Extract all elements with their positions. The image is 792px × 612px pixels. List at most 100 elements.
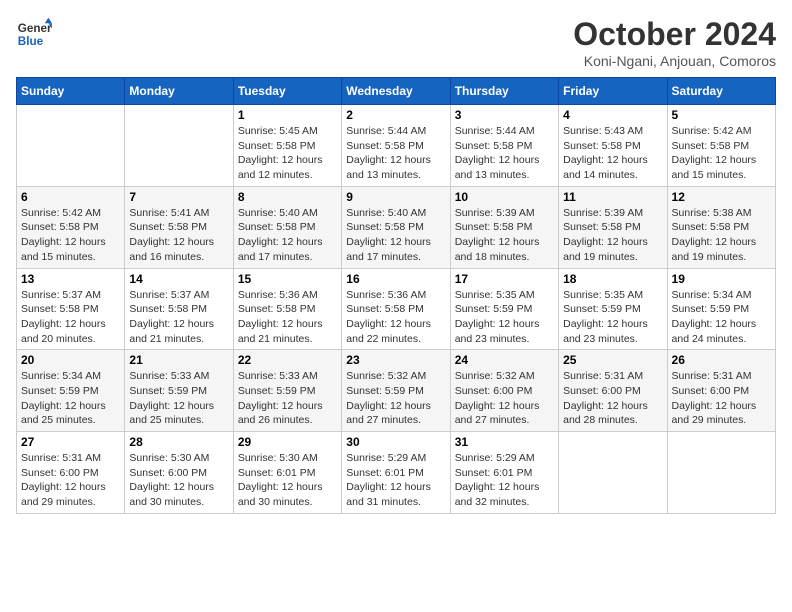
day-number: 6 bbox=[21, 190, 120, 204]
header-row: SundayMondayTuesdayWednesdayThursdayFrid… bbox=[17, 78, 776, 105]
day-number: 25 bbox=[563, 353, 662, 367]
day-info: Sunrise: 5:40 AM Sunset: 5:58 PM Dayligh… bbox=[346, 206, 445, 265]
week-row-1: 6 Sunrise: 5:42 AM Sunset: 5:58 PM Daylig… bbox=[17, 186, 776, 268]
day-info: Sunrise: 5:30 AM Sunset: 6:00 PM Dayligh… bbox=[129, 451, 228, 510]
day-cell: 14Sunrise: 5:37 AM Sunset: 5:58 PM Dayli… bbox=[125, 268, 233, 350]
day-cell: 3 Sunrise: 5:44 AM Sunset: 5:58 PM Daylig… bbox=[450, 105, 558, 187]
day-info: Sunrise: 5:34 AM Sunset: 5:59 PM Dayligh… bbox=[21, 369, 120, 428]
day-cell bbox=[17, 105, 125, 187]
day-info: Sunrise: 5:31 AM Sunset: 6:00 PM Dayligh… bbox=[21, 451, 120, 510]
day-number: 8 bbox=[238, 190, 337, 204]
day-info: Sunrise: 5:31 AM Sunset: 6:00 PM Dayligh… bbox=[672, 369, 771, 428]
day-info: Sunrise: 5:30 AM Sunset: 6:01 PM Dayligh… bbox=[238, 451, 337, 510]
day-number: 17 bbox=[455, 272, 554, 286]
page-header: General Blue October 2024 Koni-Ngani, An… bbox=[16, 16, 776, 69]
day-info: Sunrise: 5:29 AM Sunset: 6:01 PM Dayligh… bbox=[346, 451, 445, 510]
day-cell: 19 Sunrise: 5:34 AM Sunset: 5:59 PM Dayli… bbox=[667, 268, 775, 350]
day-cell: 12 Sunrise: 5:38 AM Sunset: 5:58 PM Dayli… bbox=[667, 186, 775, 268]
day-info: Sunrise: 5:43 AM Sunset: 5:58 PM Dayligh… bbox=[563, 124, 662, 183]
day-cell bbox=[125, 105, 233, 187]
day-info: Sunrise: 5:32 AM Sunset: 6:00 PM Dayligh… bbox=[455, 369, 554, 428]
day-info: Sunrise: 5:39 AM Sunset: 5:58 PM Dayligh… bbox=[563, 206, 662, 265]
logo-icon: General Blue bbox=[16, 16, 52, 52]
day-cell: 16Sunrise: 5:36 AM Sunset: 5:58 PM Dayli… bbox=[342, 268, 450, 350]
day-number: 11 bbox=[563, 190, 662, 204]
day-number: 24 bbox=[455, 353, 554, 367]
day-info: Sunrise: 5:44 AM Sunset: 5:58 PM Dayligh… bbox=[346, 124, 445, 183]
day-cell bbox=[667, 432, 775, 514]
day-number: 9 bbox=[346, 190, 445, 204]
day-cell: 7 Sunrise: 5:41 AM Sunset: 5:58 PM Daylig… bbox=[125, 186, 233, 268]
day-number: 2 bbox=[346, 108, 445, 122]
header-cell-wednesday: Wednesday bbox=[342, 78, 450, 105]
day-info: Sunrise: 5:35 AM Sunset: 5:59 PM Dayligh… bbox=[455, 288, 554, 347]
day-cell: 27 Sunrise: 5:31 AM Sunset: 6:00 PM Dayli… bbox=[17, 432, 125, 514]
day-cell: 28 Sunrise: 5:30 AM Sunset: 6:00 PM Dayli… bbox=[125, 432, 233, 514]
day-cell: 31Sunrise: 5:29 AM Sunset: 6:01 PM Dayli… bbox=[450, 432, 558, 514]
week-row-3: 20 Sunrise: 5:34 AM Sunset: 5:59 PM Dayli… bbox=[17, 350, 776, 432]
day-number: 13 bbox=[21, 272, 120, 286]
day-cell: 5 Sunrise: 5:42 AM Sunset: 5:58 PM Daylig… bbox=[667, 105, 775, 187]
header-cell-thursday: Thursday bbox=[450, 78, 558, 105]
day-cell: 23 Sunrise: 5:32 AM Sunset: 5:59 PM Dayli… bbox=[342, 350, 450, 432]
header-cell-friday: Friday bbox=[559, 78, 667, 105]
day-info: Sunrise: 5:36 AM Sunset: 5:58 PM Dayligh… bbox=[346, 288, 445, 347]
day-number: 27 bbox=[21, 435, 120, 449]
day-number: 19 bbox=[672, 272, 771, 286]
day-number: 29 bbox=[238, 435, 337, 449]
day-info: Sunrise: 5:41 AM Sunset: 5:58 PM Dayligh… bbox=[129, 206, 228, 265]
day-cell: 30 Sunrise: 5:29 AM Sunset: 6:01 PM Dayli… bbox=[342, 432, 450, 514]
day-number: 7 bbox=[129, 190, 228, 204]
day-info: Sunrise: 5:44 AM Sunset: 5:58 PM Dayligh… bbox=[455, 124, 554, 183]
day-number: 3 bbox=[455, 108, 554, 122]
day-number: 21 bbox=[129, 353, 228, 367]
svg-text:Blue: Blue bbox=[18, 35, 44, 48]
day-cell: 9 Sunrise: 5:40 AM Sunset: 5:58 PM Daylig… bbox=[342, 186, 450, 268]
day-info: Sunrise: 5:40 AM Sunset: 5:58 PM Dayligh… bbox=[238, 206, 337, 265]
day-cell bbox=[559, 432, 667, 514]
header-cell-tuesday: Tuesday bbox=[233, 78, 341, 105]
day-info: Sunrise: 5:33 AM Sunset: 5:59 PM Dayligh… bbox=[238, 369, 337, 428]
day-number: 23 bbox=[346, 353, 445, 367]
day-number: 12 bbox=[672, 190, 771, 204]
day-number: 31 bbox=[455, 435, 554, 449]
day-cell: 15Sunrise: 5:36 AM Sunset: 5:58 PM Dayli… bbox=[233, 268, 341, 350]
title-block: October 2024 Koni-Ngani, Anjouan, Comoro… bbox=[573, 16, 776, 69]
day-info: Sunrise: 5:37 AM Sunset: 5:58 PM Dayligh… bbox=[129, 288, 228, 347]
day-info: Sunrise: 5:34 AM Sunset: 5:59 PM Dayligh… bbox=[672, 288, 771, 347]
day-info: Sunrise: 5:42 AM Sunset: 5:58 PM Dayligh… bbox=[672, 124, 771, 183]
day-info: Sunrise: 5:42 AM Sunset: 5:58 PM Dayligh… bbox=[21, 206, 120, 265]
logo: General Blue bbox=[16, 16, 52, 52]
day-number: 20 bbox=[21, 353, 120, 367]
day-cell: 29 Sunrise: 5:30 AM Sunset: 6:01 PM Dayli… bbox=[233, 432, 341, 514]
day-number: 15 bbox=[238, 272, 337, 286]
day-number: 30 bbox=[346, 435, 445, 449]
day-number: 10 bbox=[455, 190, 554, 204]
day-info: Sunrise: 5:33 AM Sunset: 5:59 PM Dayligh… bbox=[129, 369, 228, 428]
day-cell: 2 Sunrise: 5:44 AM Sunset: 5:58 PM Daylig… bbox=[342, 105, 450, 187]
day-info: Sunrise: 5:38 AM Sunset: 5:58 PM Dayligh… bbox=[672, 206, 771, 265]
day-cell: 24 Sunrise: 5:32 AM Sunset: 6:00 PM Dayli… bbox=[450, 350, 558, 432]
day-cell: 21 Sunrise: 5:33 AM Sunset: 5:59 PM Dayli… bbox=[125, 350, 233, 432]
day-cell: 18Sunrise: 5:35 AM Sunset: 5:59 PM Dayli… bbox=[559, 268, 667, 350]
calendar-header: SundayMondayTuesdayWednesdayThursdayFrid… bbox=[17, 78, 776, 105]
day-number: 4 bbox=[563, 108, 662, 122]
day-cell: 11 Sunrise: 5:39 AM Sunset: 5:58 PM Dayli… bbox=[559, 186, 667, 268]
day-number: 5 bbox=[672, 108, 771, 122]
location-title: Koni-Ngani, Anjouan, Comoros bbox=[573, 53, 776, 69]
calendar-table: SundayMondayTuesdayWednesdayThursdayFrid… bbox=[16, 77, 776, 514]
calendar-body: 1Sunrise: 5:45 AM Sunset: 5:58 PM Daylig… bbox=[17, 105, 776, 514]
day-cell: 10 Sunrise: 5:39 AM Sunset: 5:58 PM Dayli… bbox=[450, 186, 558, 268]
week-row-0: 1Sunrise: 5:45 AM Sunset: 5:58 PM Daylig… bbox=[17, 105, 776, 187]
day-info: Sunrise: 5:35 AM Sunset: 5:59 PM Dayligh… bbox=[563, 288, 662, 347]
day-number: 26 bbox=[672, 353, 771, 367]
day-cell: 13Sunrise: 5:37 AM Sunset: 5:58 PM Dayli… bbox=[17, 268, 125, 350]
day-number: 28 bbox=[129, 435, 228, 449]
day-cell: 8 Sunrise: 5:40 AM Sunset: 5:58 PM Daylig… bbox=[233, 186, 341, 268]
day-info: Sunrise: 5:39 AM Sunset: 5:58 PM Dayligh… bbox=[455, 206, 554, 265]
day-info: Sunrise: 5:45 AM Sunset: 5:58 PM Dayligh… bbox=[238, 124, 337, 183]
month-title: October 2024 bbox=[573, 16, 776, 53]
day-cell: 17 Sunrise: 5:35 AM Sunset: 5:59 PM Dayli… bbox=[450, 268, 558, 350]
day-info: Sunrise: 5:32 AM Sunset: 5:59 PM Dayligh… bbox=[346, 369, 445, 428]
day-cell: 20 Sunrise: 5:34 AM Sunset: 5:59 PM Dayli… bbox=[17, 350, 125, 432]
